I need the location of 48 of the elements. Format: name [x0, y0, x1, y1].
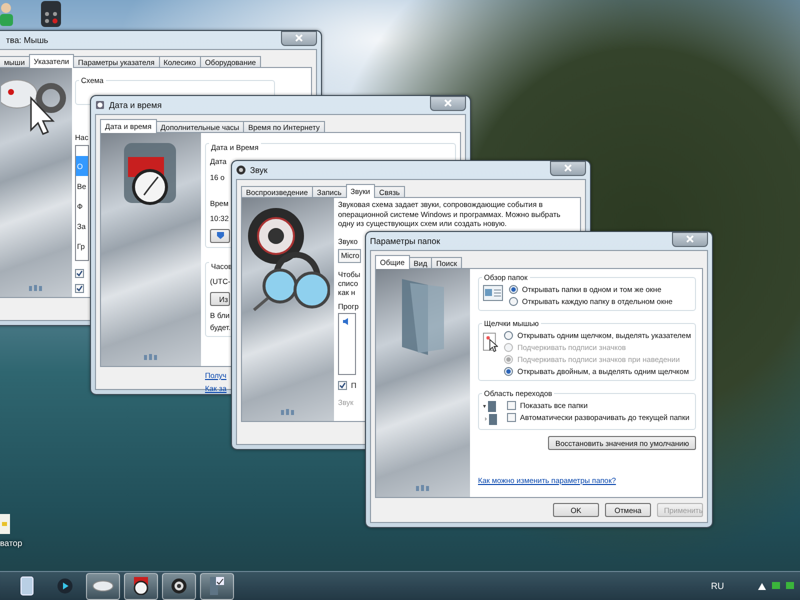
- window-icon: [483, 285, 503, 301]
- checkbox[interactable]: [507, 401, 516, 410]
- dots-icon: [416, 485, 430, 491]
- speaker-icon: [171, 578, 187, 594]
- checkbox[interactable]: [75, 284, 84, 293]
- radio-button[interactable]: [504, 367, 514, 376]
- desktop-icon-label[interactable]: ватор: [0, 538, 22, 548]
- shield-icon: [216, 230, 224, 240]
- taskbar-button[interactable]: [86, 572, 120, 600]
- checkbox[interactable]: [338, 380, 347, 390]
- mouse-icon: [92, 580, 114, 592]
- close-icon: [564, 164, 572, 172]
- taskbar-button[interactable]: [200, 572, 234, 600]
- control-panel-icon: [209, 576, 225, 596]
- dots-icon: [29, 285, 43, 291]
- clock-icon: [95, 100, 105, 110]
- play-icon: [57, 578, 73, 594]
- radio-button[interactable]: [509, 297, 518, 306]
- radio-button[interactable]: [509, 285, 518, 294]
- file-icon: [20, 576, 34, 596]
- close-icon: [686, 235, 694, 243]
- close-icon: [444, 99, 452, 107]
- checkbox[interactable]: [507, 413, 516, 422]
- folder-icon: [0, 512, 10, 534]
- close-icon: [295, 34, 303, 42]
- person-icon: [0, 0, 14, 26]
- taskbar-button[interactable]: [162, 572, 196, 600]
- tray-flag-icon[interactable]: [756, 581, 796, 591]
- close-button[interactable]: [430, 96, 466, 110]
- close-button[interactable]: [672, 232, 708, 246]
- speaker-icon: [342, 316, 351, 326]
- dots-icon: [281, 409, 295, 415]
- keypad-icon: [40, 0, 62, 28]
- taskbar-button[interactable]: [124, 572, 158, 600]
- close-button[interactable]: [281, 30, 317, 46]
- window-title: Дата и время: [109, 100, 163, 110]
- clock-icon: [133, 577, 149, 595]
- change-date-button[interactable]: [210, 229, 230, 243]
- window-title: Параметры папок: [370, 236, 442, 246]
- checkbox[interactable]: [75, 269, 84, 278]
- language-indicator[interactable]: RU: [711, 581, 724, 591]
- speaker-icon: [236, 165, 246, 175]
- close-button[interactable]: [550, 160, 586, 176]
- document-cursor-icon: [483, 331, 498, 355]
- window-title: тва: Мышь: [6, 35, 50, 45]
- window-title: Звук: [250, 165, 268, 175]
- radio-button[interactable]: [504, 331, 514, 340]
- dots-icon: [144, 354, 158, 360]
